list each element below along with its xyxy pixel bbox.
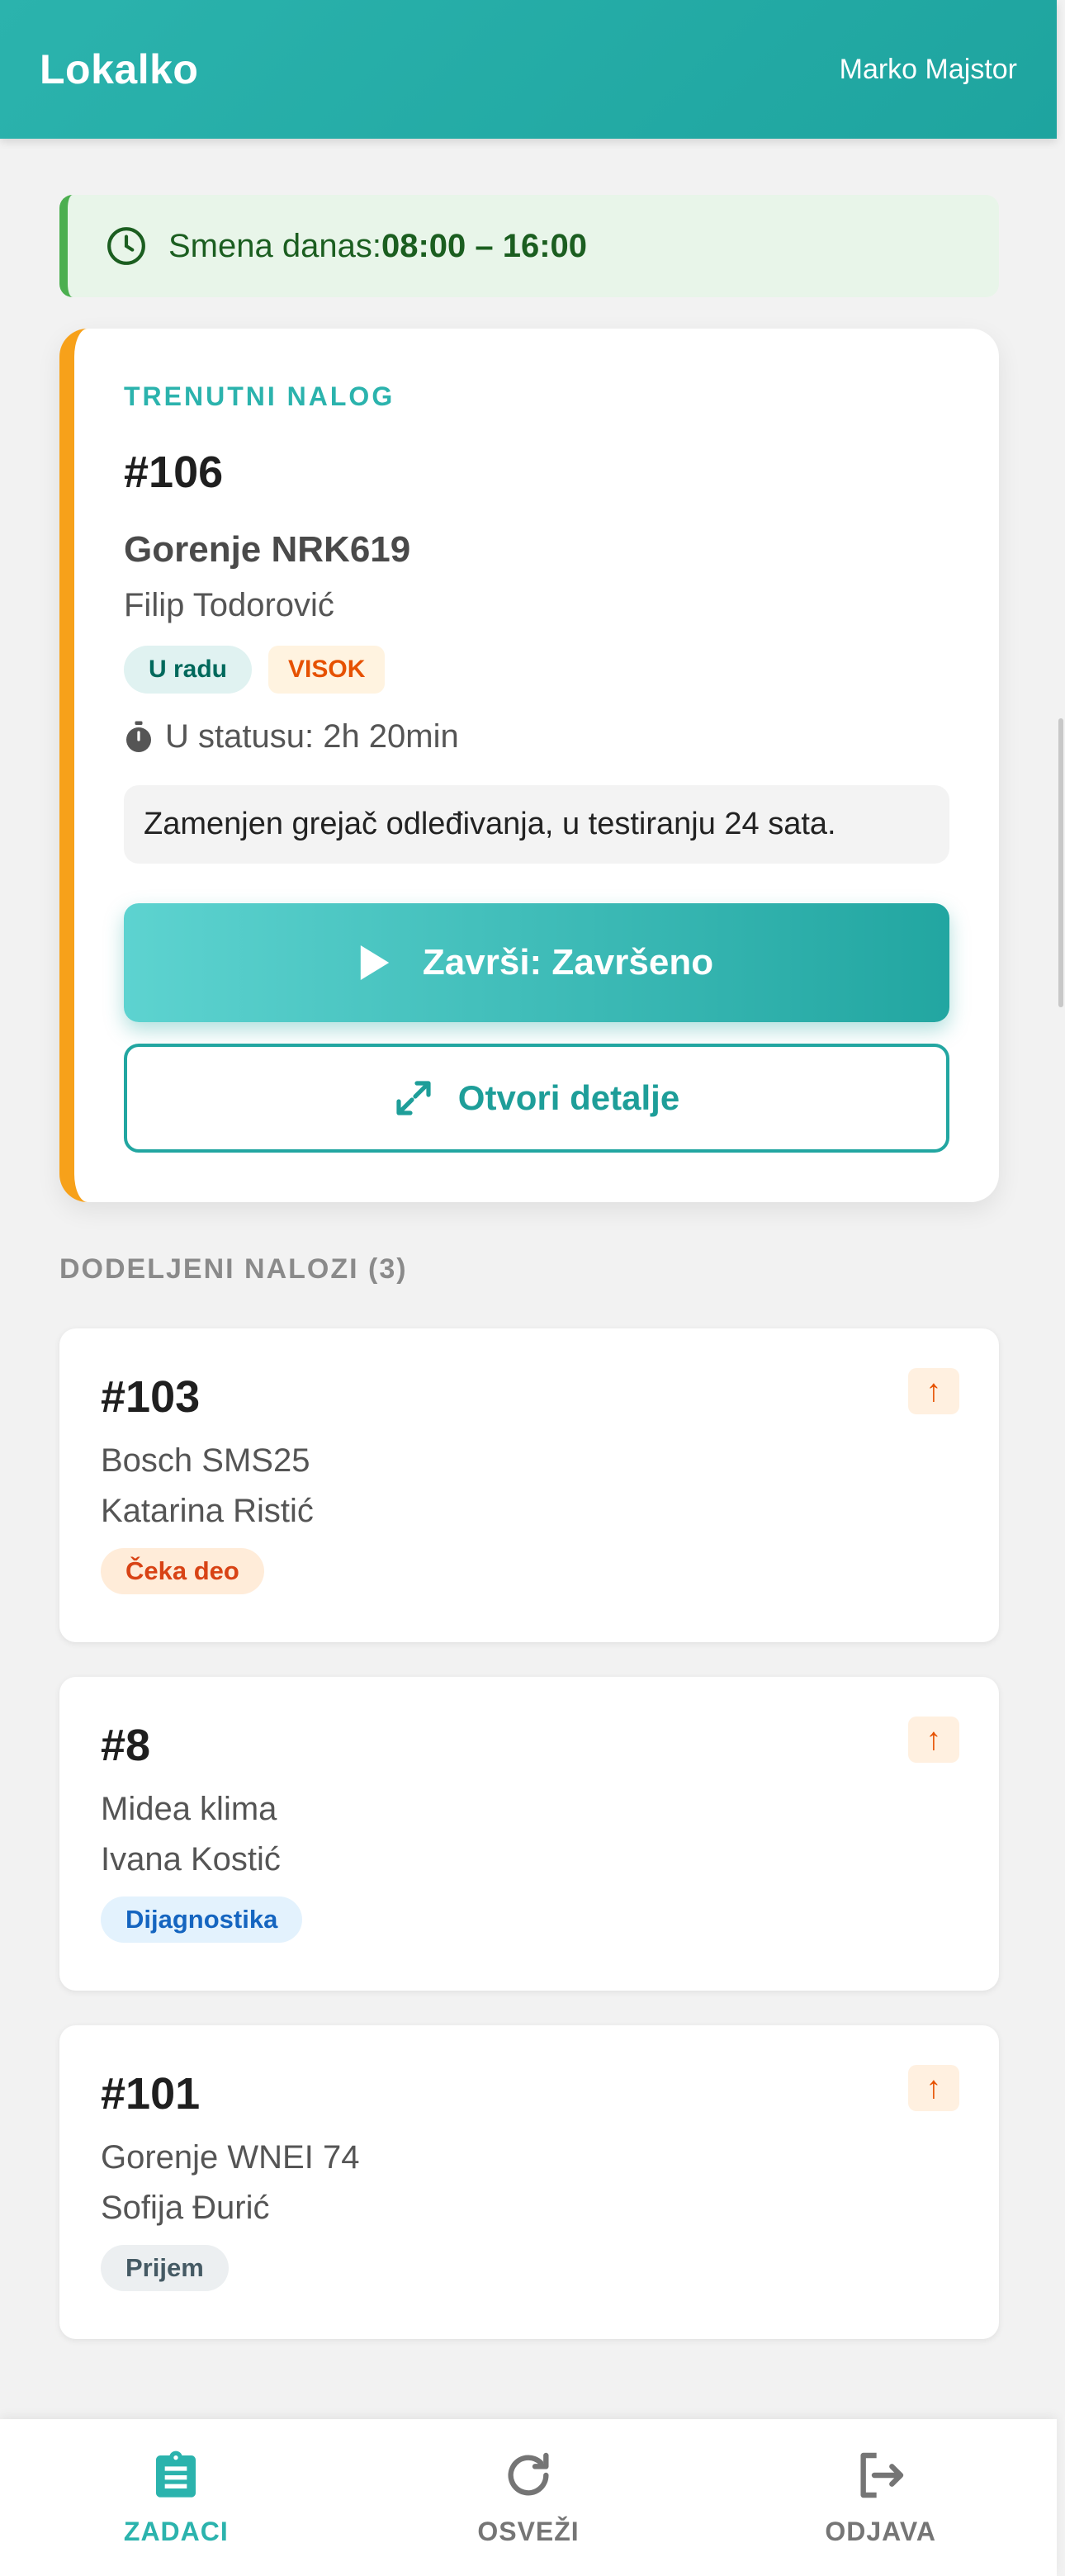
status-duration: U statusu: 2h 20min <box>124 718 949 755</box>
task-customer: Katarina Ristić <box>101 1493 314 1529</box>
stopwatch-icon <box>126 721 151 752</box>
priority-badge: VISOK <box>268 646 386 694</box>
shift-label: Smena danas: <box>168 227 381 264</box>
main-content: Smena danas: 08:00 – 16:00 TRENUTNI NALO… <box>59 195 999 2339</box>
app-title: Lokalko <box>40 46 199 92</box>
shift-banner: Smena danas: 08:00 – 16:00 <box>59 195 999 297</box>
open-details-label: Otvori detalje <box>457 1078 680 1117</box>
current-order-badges: U radu VISOK <box>124 646 949 694</box>
play-icon <box>360 945 390 980</box>
clipboard-icon <box>156 2451 196 2498</box>
finish-button[interactable]: Završi: Završeno <box>124 903 949 1022</box>
task-id: #103 <box>101 1372 201 1422</box>
status-duration-text: U statusu: 2h 20min <box>165 718 459 755</box>
nav-label-logout: ODJAVA <box>825 2517 936 2546</box>
task-status-badge: Dijagnostika <box>101 1896 303 1943</box>
scroll-thumb[interactable] <box>1058 718 1063 1007</box>
task-customer: Sofija Đurić <box>101 2190 270 2226</box>
order-note: Zamenjen grejač odleđivanja, u testiranj… <box>124 785 949 864</box>
priority-up-icon: ↑ <box>908 1368 959 1414</box>
nav-label-refresh: OSVEŽI <box>477 2517 580 2546</box>
current-order-kicker: TRENUTNI NALOG <box>124 381 395 411</box>
nav-item-tasks[interactable]: ZADACI <box>0 2419 353 2576</box>
task-id: #8 <box>101 1721 151 1770</box>
scrollbar[interactable] <box>1057 140 1065 2576</box>
app-bar: Lokalko Marko Majstor <box>0 0 1057 139</box>
current-order-device: Gorenje NRK619 <box>124 529 411 570</box>
refresh-icon <box>508 2452 549 2496</box>
bottom-nav: ZADACI OSVEŽI ODJAVA <box>0 2419 1057 2576</box>
assigned-list: #103 Bosch SMS25 Katarina Ristić Čeka de… <box>59 1328 999 2339</box>
task-device: Bosch SMS25 <box>101 1442 310 1479</box>
current-order-card: TRENUTNI NALOG #106 Gorenje NRK619 Filip… <box>59 329 999 1202</box>
priority-up-icon: ↑ <box>908 2065 959 2111</box>
nav-item-logout[interactable]: ODJAVA <box>704 2419 1057 2576</box>
nav-item-refresh[interactable]: OSVEŽI <box>353 2419 705 2576</box>
clock-icon <box>107 227 145 265</box>
task-device: Midea klima <box>101 1791 277 1827</box>
assigned-section-title: DODELJENI NALOZI (3) <box>59 1253 408 1285</box>
task-customer: Ivana Kostić <box>101 1841 281 1878</box>
finish-button-label: Završi: Završeno <box>422 942 714 983</box>
task-card[interactable]: #103 Bosch SMS25 Katarina Ristić Čeka de… <box>59 1328 999 1642</box>
task-card[interactable]: #101 Gorenje WNEI 74 Sofija Đurić Prijem… <box>59 2025 999 2339</box>
current-order-id: #106 <box>124 447 224 497</box>
status-badge: U radu <box>124 646 253 694</box>
task-status-badge: Čeka deo <box>101 1548 264 1594</box>
user-name[interactable]: Marko Majstor <box>840 54 1017 86</box>
logout-icon <box>860 2452 903 2498</box>
task-card[interactable]: #8 Midea klima Ivana Kostić Dijagnostika… <box>59 1677 999 1991</box>
expand-icon <box>396 1081 431 1115</box>
nav-label-tasks: ZADACI <box>123 2517 229 2546</box>
priority-up-icon: ↑ <box>908 1717 959 1763</box>
task-id: #101 <box>101 2069 201 2119</box>
task-device: Gorenje WNEI 74 <box>101 2139 360 2176</box>
task-status-badge: Prijem <box>101 2245 229 2291</box>
shift-hours: 08:00 – 16:00 <box>381 227 588 264</box>
open-details-button[interactable]: Otvori detalje <box>124 1044 949 1153</box>
current-order-customer: Filip Todorović <box>124 587 334 623</box>
